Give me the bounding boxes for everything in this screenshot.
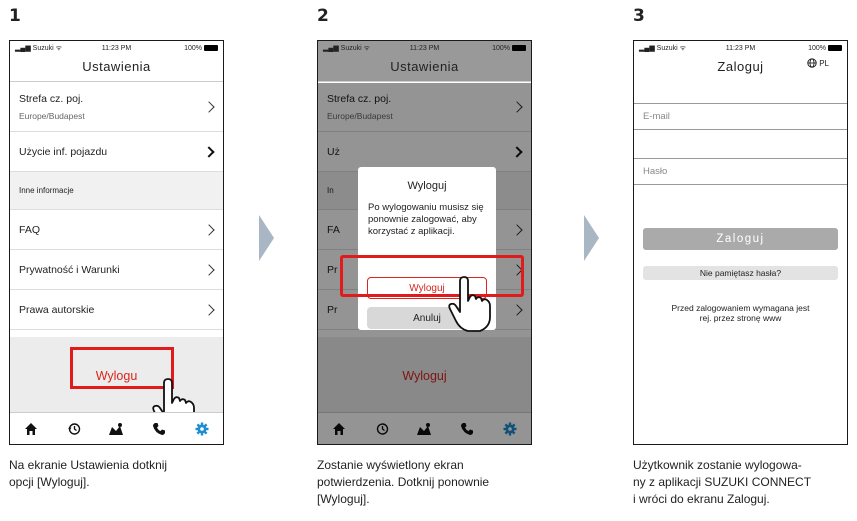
vehicle-info-label: Użycie inf. pojazdu	[19, 145, 108, 158]
dialog-message-line: korzystać z aplikacji.	[368, 226, 455, 237]
hand-pointer-icon	[448, 276, 491, 332]
phone-login: ▂▄▆ Suzuki ᯤ 11:23 PM 100% Zaloguj PL E-…	[633, 40, 848, 445]
phone-icon[interactable]	[149, 419, 169, 439]
caption-line: opcji [Wyloguj].	[9, 475, 90, 489]
dialog-message: Po wylogowaniu musisz się ponownie zalog…	[368, 202, 488, 238]
settings-item-vehicle-info[interactable]: Użycie inf. pojazdu	[10, 132, 223, 172]
timezone-label: Strefa cz. poj.	[19, 92, 84, 105]
step-1-caption: Na ekranie Ustawienia dotknij opcji [Wyl…	[9, 457, 224, 491]
forgot-password-button[interactable]: Nie pamiętasz hasła?	[643, 266, 838, 280]
caption-line: potwierdzenia. Dotknij ponownie	[317, 475, 490, 489]
clock: 11:23 PM	[101, 44, 132, 52]
phone-settings: ▂▄▆ Suzuki ᯤ 11:23 PM 100% Ustawienia St…	[9, 40, 224, 445]
next-step-arrow	[584, 215, 599, 261]
dialog-message-line: Po wylogowaniu musisz się	[368, 202, 484, 213]
bottom-nav	[10, 412, 223, 444]
globe-icon	[807, 58, 817, 68]
login-button[interactable]: Zaloguj	[643, 228, 838, 250]
status-bar: ▂▄▆ Suzuki ᯤ 11:23 PM 100%	[10, 41, 223, 55]
gear-icon[interactable]	[192, 419, 212, 439]
step-1-number: 1	[9, 6, 21, 26]
email-field[interactable]: E-mail	[634, 103, 847, 130]
page-title: Ustawienia	[10, 55, 223, 82]
password-field[interactable]: Hasło	[634, 158, 847, 185]
language-label: PL	[819, 58, 829, 68]
privacy-label: Prywatność i Warunki	[19, 263, 120, 276]
caption-line: ny z aplikacji SUZUKI CONNECT	[633, 475, 812, 489]
next-step-arrow	[259, 215, 274, 261]
caption-line: Na ekranie Ustawienia dotknij	[9, 458, 168, 472]
password-placeholder: Hasło	[643, 166, 668, 177]
faq-label: FAQ	[19, 223, 41, 236]
language-selector[interactable]: PL	[807, 58, 829, 68]
history-icon[interactable]	[64, 419, 84, 439]
page-title: Ustawienia	[318, 55, 531, 82]
dialog-message-line: ponownie zalogować, aby	[368, 214, 477, 225]
caption-line: Zostanie wyświetlony ekran	[317, 458, 464, 472]
section-header-other: Inne informacje	[10, 172, 223, 210]
caption-line: [Wyloguj].	[317, 492, 370, 506]
settings-item-faq[interactable]: FAQ	[10, 210, 223, 250]
settings-item-copyright[interactable]: Prawa autorskie	[10, 290, 223, 330]
copyright-label: Prawa autorskie	[19, 303, 95, 316]
caption-line: i wróci do ekranu Zaloguj.	[633, 492, 770, 506]
timezone-value: Europe/Budapest	[19, 110, 85, 121]
step-2-number: 2	[317, 6, 329, 26]
home-icon[interactable]	[21, 419, 41, 439]
step-3-caption: Użytkownik zostanie wylogowa- ny z aplik…	[633, 457, 848, 508]
clock: 11:23 PM	[409, 44, 440, 52]
caption-line: Użytkownik zostanie wylogowa-	[633, 458, 802, 472]
note-line: rej. przez stronę www	[699, 313, 782, 323]
step-3-number: 3	[633, 6, 645, 26]
note-line: Przed zalogowaniem wymagana jest	[671, 303, 810, 313]
phone-logout-dialog: ▂▄▆ Suzuki ᯤ 11:23 PM 100% Ustawienia St…	[317, 40, 532, 445]
status-bar: ▂▄▆ Suzuki ᯤ 11:23 PM 100%	[634, 41, 847, 55]
map-icon[interactable]	[106, 419, 126, 439]
clock: 11:23 PM	[725, 44, 756, 52]
settings-item-timezone[interactable]: Strefa cz. poj. Europe/Budapest	[10, 82, 223, 132]
status-bar: ▂▄▆ Suzuki ᯤ 11:23 PM 100%	[318, 41, 531, 55]
registration-note: Przed zalogowaniem wymagana jest rej. pr…	[640, 303, 841, 323]
step-2-caption: Zostanie wyświetlony ekran potwierdzenia…	[317, 457, 532, 508]
dialog-title: Wyloguj	[407, 180, 447, 192]
email-placeholder: E-mail	[643, 111, 670, 122]
settings-item-privacy[interactable]: Prywatność i Warunki	[10, 250, 223, 290]
